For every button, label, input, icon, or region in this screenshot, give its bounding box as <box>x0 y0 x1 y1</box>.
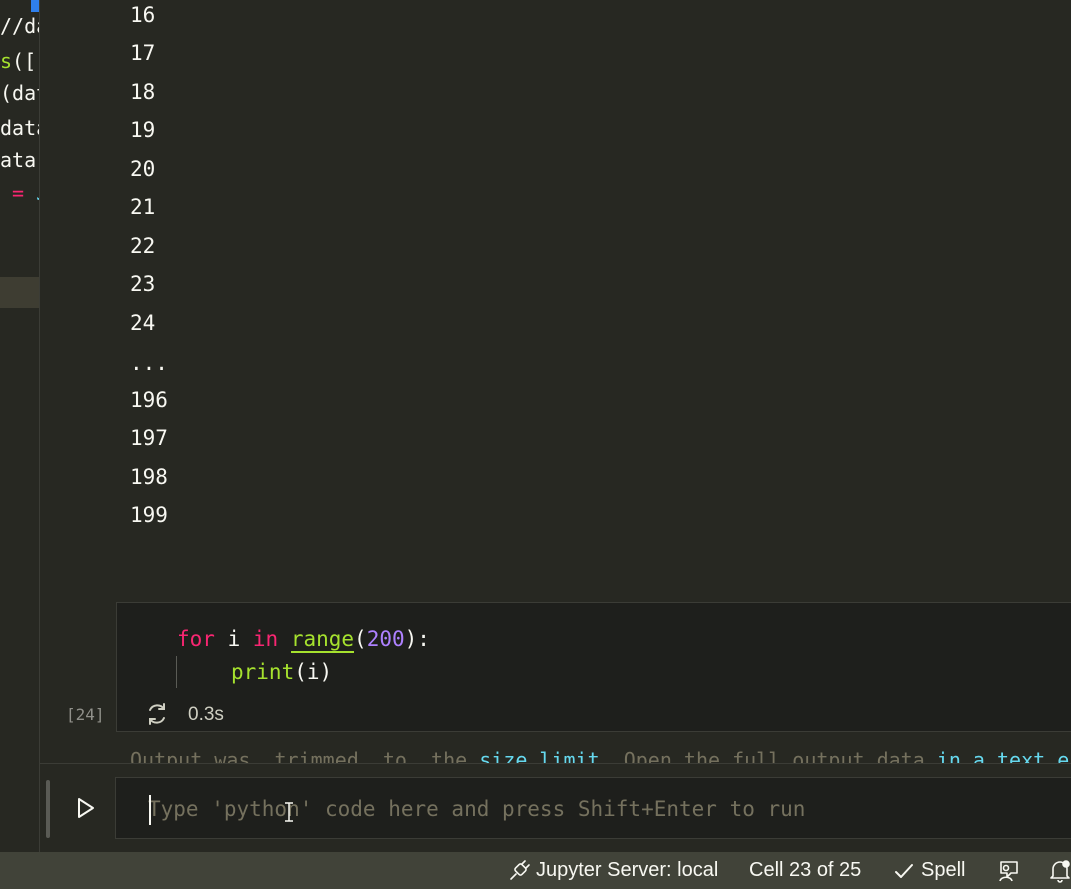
spell-label: Spell <box>921 859 966 881</box>
notifications-button[interactable] <box>1049 852 1071 889</box>
output-line: 22 <box>130 234 156 258</box>
feedback-button[interactable] <box>997 852 1021 889</box>
input-drag-handle[interactable] <box>46 780 50 838</box>
keyword-in: in <box>252 627 279 651</box>
check-icon <box>895 863 913 878</box>
output-line: 16 <box>130 3 156 27</box>
code-fragment-1: //da <box>0 14 39 38</box>
code-fragment-4: data <box>0 116 39 140</box>
number-literal: 200 <box>366 627 405 651</box>
jupyter-server-status[interactable]: Jupyter Server: local <box>508 852 718 889</box>
status-bar: Jupyter Server: local Cell 23 of 25 Spel… <box>0 852 1071 889</box>
text-caret <box>149 795 151 825</box>
sync-icon <box>144 701 170 727</box>
code-fragment-6: = J <box>0 181 39 205</box>
editor-left-strip: //da s([ (dat data ata = J <box>0 0 40 852</box>
current-line-highlight <box>0 277 39 308</box>
run-button[interactable] <box>68 791 102 825</box>
execution-time: 0.3s <box>188 704 224 725</box>
code-line-2[interactable]: print(i) <box>231 658 332 686</box>
output-line: 198 <box>130 465 168 489</box>
ibeam-cursor-icon <box>283 802 295 822</box>
cell-position-label: Cell 23 of 25 <box>749 859 862 881</box>
code-fragment-5: ata <box>0 148 37 172</box>
code-fragment-3: (dat <box>0 81 39 105</box>
person-feedback-icon <box>999 860 1018 881</box>
spell-status[interactable]: Spell <box>893 852 965 889</box>
play-icon <box>78 798 94 818</box>
output-line: 17 <box>130 41 156 65</box>
function-print: print <box>231 660 295 684</box>
indent-guide <box>176 656 177 688</box>
var-i: i <box>214 627 253 651</box>
output-line: 199 <box>130 503 168 527</box>
keyword-for: for <box>177 627 215 651</box>
plug-icon <box>510 859 530 880</box>
execution-count: [24] <box>66 705 105 724</box>
output-line: 23 <box>130 272 156 296</box>
output-line: 196 <box>130 388 168 412</box>
output-line: 21 <box>130 195 156 219</box>
output-line: ... <box>130 351 168 375</box>
jupyter-server-label: Jupyter Server: local <box>536 859 719 881</box>
output-line: 18 <box>130 80 156 104</box>
scrollbar-marker <box>31 0 39 12</box>
cell-position-status[interactable]: Cell 23 of 25 <box>749 852 861 889</box>
output-line: 24 <box>130 311 156 335</box>
bell-icon <box>1050 859 1070 883</box>
output-line: 19 <box>130 118 156 142</box>
function-range[interactable]: range <box>290 627 355 653</box>
code-line-1[interactable]: for i in range(200): <box>177 625 430 653</box>
code-fragment-2: s([ <box>0 49 37 73</box>
output-line: 20 <box>130 157 156 181</box>
output-line: 197 <box>130 426 168 450</box>
